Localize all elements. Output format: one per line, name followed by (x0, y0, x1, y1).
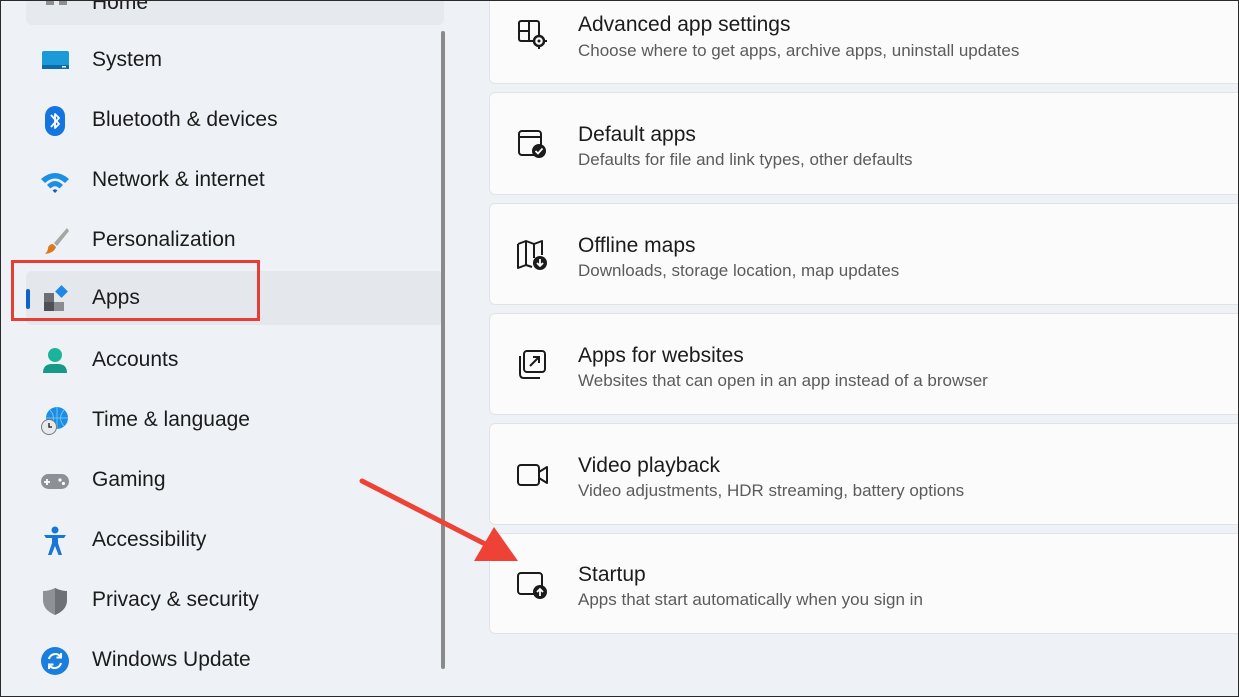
home-icon (46, 1, 67, 5)
sidebar-item-apps[interactable]: Apps (26, 271, 444, 325)
sidebar-item-gaming[interactable]: Gaming (26, 453, 444, 507)
apps-icon (44, 285, 68, 311)
card-description: Apps that start automatically when you s… (578, 590, 923, 609)
wifi-icon (41, 173, 69, 193)
sidebar-scrollbar[interactable] (441, 31, 445, 669)
shield-icon (43, 588, 67, 615)
card-video-playback[interactable]: Video playback Video adjustments, HDR st… (489, 423, 1238, 525)
sidebar-item-bluetooth-devices[interactable]: Bluetooth & devices (26, 93, 444, 147)
card-title: Startup (578, 563, 646, 586)
offline-maps-icon (517, 240, 547, 270)
card-title: Advanced app settings (578, 13, 791, 36)
sidebar-item-label: Network & internet (92, 168, 265, 191)
sidebar-item-home[interactable]: Home (26, 0, 444, 25)
card-description: Defaults for file and link types, other … (578, 150, 913, 169)
sidebar-item-label: Privacy & security (92, 588, 259, 611)
card-title: Video playback (578, 454, 721, 477)
sidebar-item-windows-update[interactable]: Windows Update (26, 633, 444, 687)
card-description: Downloads, storage location, map updates (578, 261, 900, 280)
account-icon (43, 348, 67, 373)
sidebar-item-system[interactable]: System (26, 33, 444, 87)
sidebar-item-label: Windows Update (92, 648, 251, 671)
sidebar-item-network-internet[interactable]: Network & internet (26, 153, 444, 207)
default-apps-icon (518, 130, 546, 158)
sidebar-item-label: Accessibility (92, 528, 207, 551)
sidebar-item-label: Accounts (92, 348, 179, 371)
sidebar-item-label: Bluetooth & devices (92, 108, 278, 131)
update-icon (41, 647, 69, 675)
sidebar-item-label: System (92, 48, 163, 71)
card-apps-for-websites[interactable]: Apps for websites Websites that can open… (489, 313, 1238, 415)
card-title: Default apps (578, 123, 696, 146)
sidebar: Home System Bluetooth & devices Network … (1, 0, 461, 696)
card-default-apps[interactable]: Default apps Defaults for file and link … (489, 92, 1238, 195)
advanced-app-settings-icon (518, 20, 547, 49)
video-playback-icon (517, 464, 548, 486)
sidebar-item-time-language[interactable]: Time & language (26, 393, 444, 447)
sidebar-item-accounts[interactable]: Accounts (26, 333, 444, 387)
card-description: Video adjustments, HDR streaming, batter… (578, 481, 965, 500)
sidebar-item-label: Gaming (92, 468, 166, 491)
sidebar-item-accessibility[interactable]: Accessibility (26, 513, 444, 567)
card-offline-maps[interactable]: Offline maps Downloads, storage location… (489, 203, 1238, 305)
card-title: Apps for websites (578, 344, 744, 367)
sidebar-item-label: Personalization (92, 228, 236, 251)
main-content: Advanced app settings Choose where to ge… (461, 1, 1238, 696)
bluetooth-icon (45, 106, 65, 136)
sidebar-item-privacy-security[interactable]: Privacy & security (26, 573, 444, 627)
startup-icon (517, 572, 547, 599)
card-title: Offline maps (578, 234, 696, 257)
card-advanced-app-settings[interactable]: Advanced app settings Choose where to ge… (489, 1, 1238, 84)
sidebar-item-personalization[interactable]: Personalization (26, 213, 444, 267)
card-description: Websites that can open in an app instead… (578, 371, 988, 390)
accessibility-icon (44, 526, 66, 555)
card-startup[interactable]: Startup Apps that start automatically wh… (489, 533, 1238, 634)
globe-clock-icon (41, 407, 68, 435)
settings-window: Home System Bluetooth & devices Network … (0, 0, 1239, 697)
gamepad-icon (41, 474, 69, 489)
sidebar-item-label: Home (92, 0, 149, 14)
paintbrush-icon (45, 228, 69, 254)
selection-indicator (26, 289, 30, 309)
card-description: Choose where to get apps, archive apps, … (578, 41, 1020, 60)
system-icon (42, 51, 69, 69)
apps-for-websites-icon (519, 350, 546, 379)
sidebar-item-label: Time & language (92, 408, 250, 431)
sidebar-item-label: Apps (92, 286, 140, 309)
